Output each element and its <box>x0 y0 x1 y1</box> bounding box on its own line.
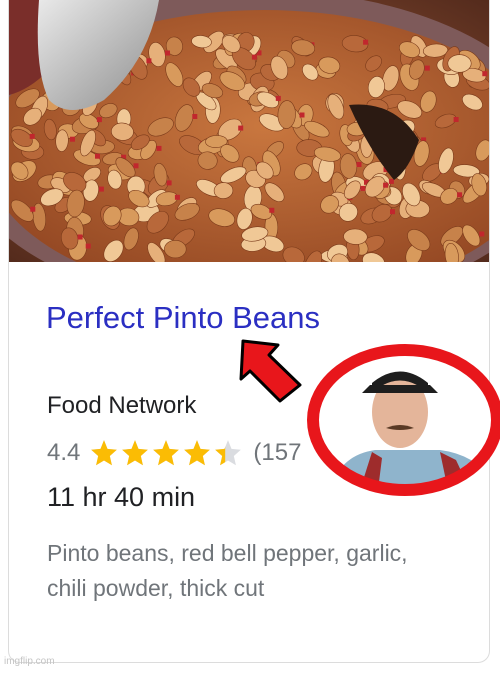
review-count: (157 <box>253 439 302 466</box>
star-icon <box>184 440 211 466</box>
star-icon <box>91 440 118 466</box>
recipe-image[interactable] <box>9 0 490 262</box>
cook-time: 11 hr 40 min <box>47 482 196 512</box>
recipe-source[interactable]: Food Network <box>47 392 196 420</box>
star-icon <box>153 440 180 466</box>
rating-row: 4.4 (157 <box>47 436 301 470</box>
rating-stars <box>90 439 245 467</box>
star-icon <box>215 440 242 466</box>
star-icon <box>122 440 149 466</box>
recipe-card[interactable]: Perfect Pinto Beans Food Network 4.4 (15… <box>8 0 490 663</box>
rating-value: 4.4 <box>47 439 81 466</box>
watermark: imgflip.com <box>4 656 55 667</box>
recipe-title-link[interactable]: Perfect Pinto Beans <box>46 300 320 336</box>
ingredients-summary: Pinto beans, red bell pepper, garlic, ch… <box>47 540 408 601</box>
